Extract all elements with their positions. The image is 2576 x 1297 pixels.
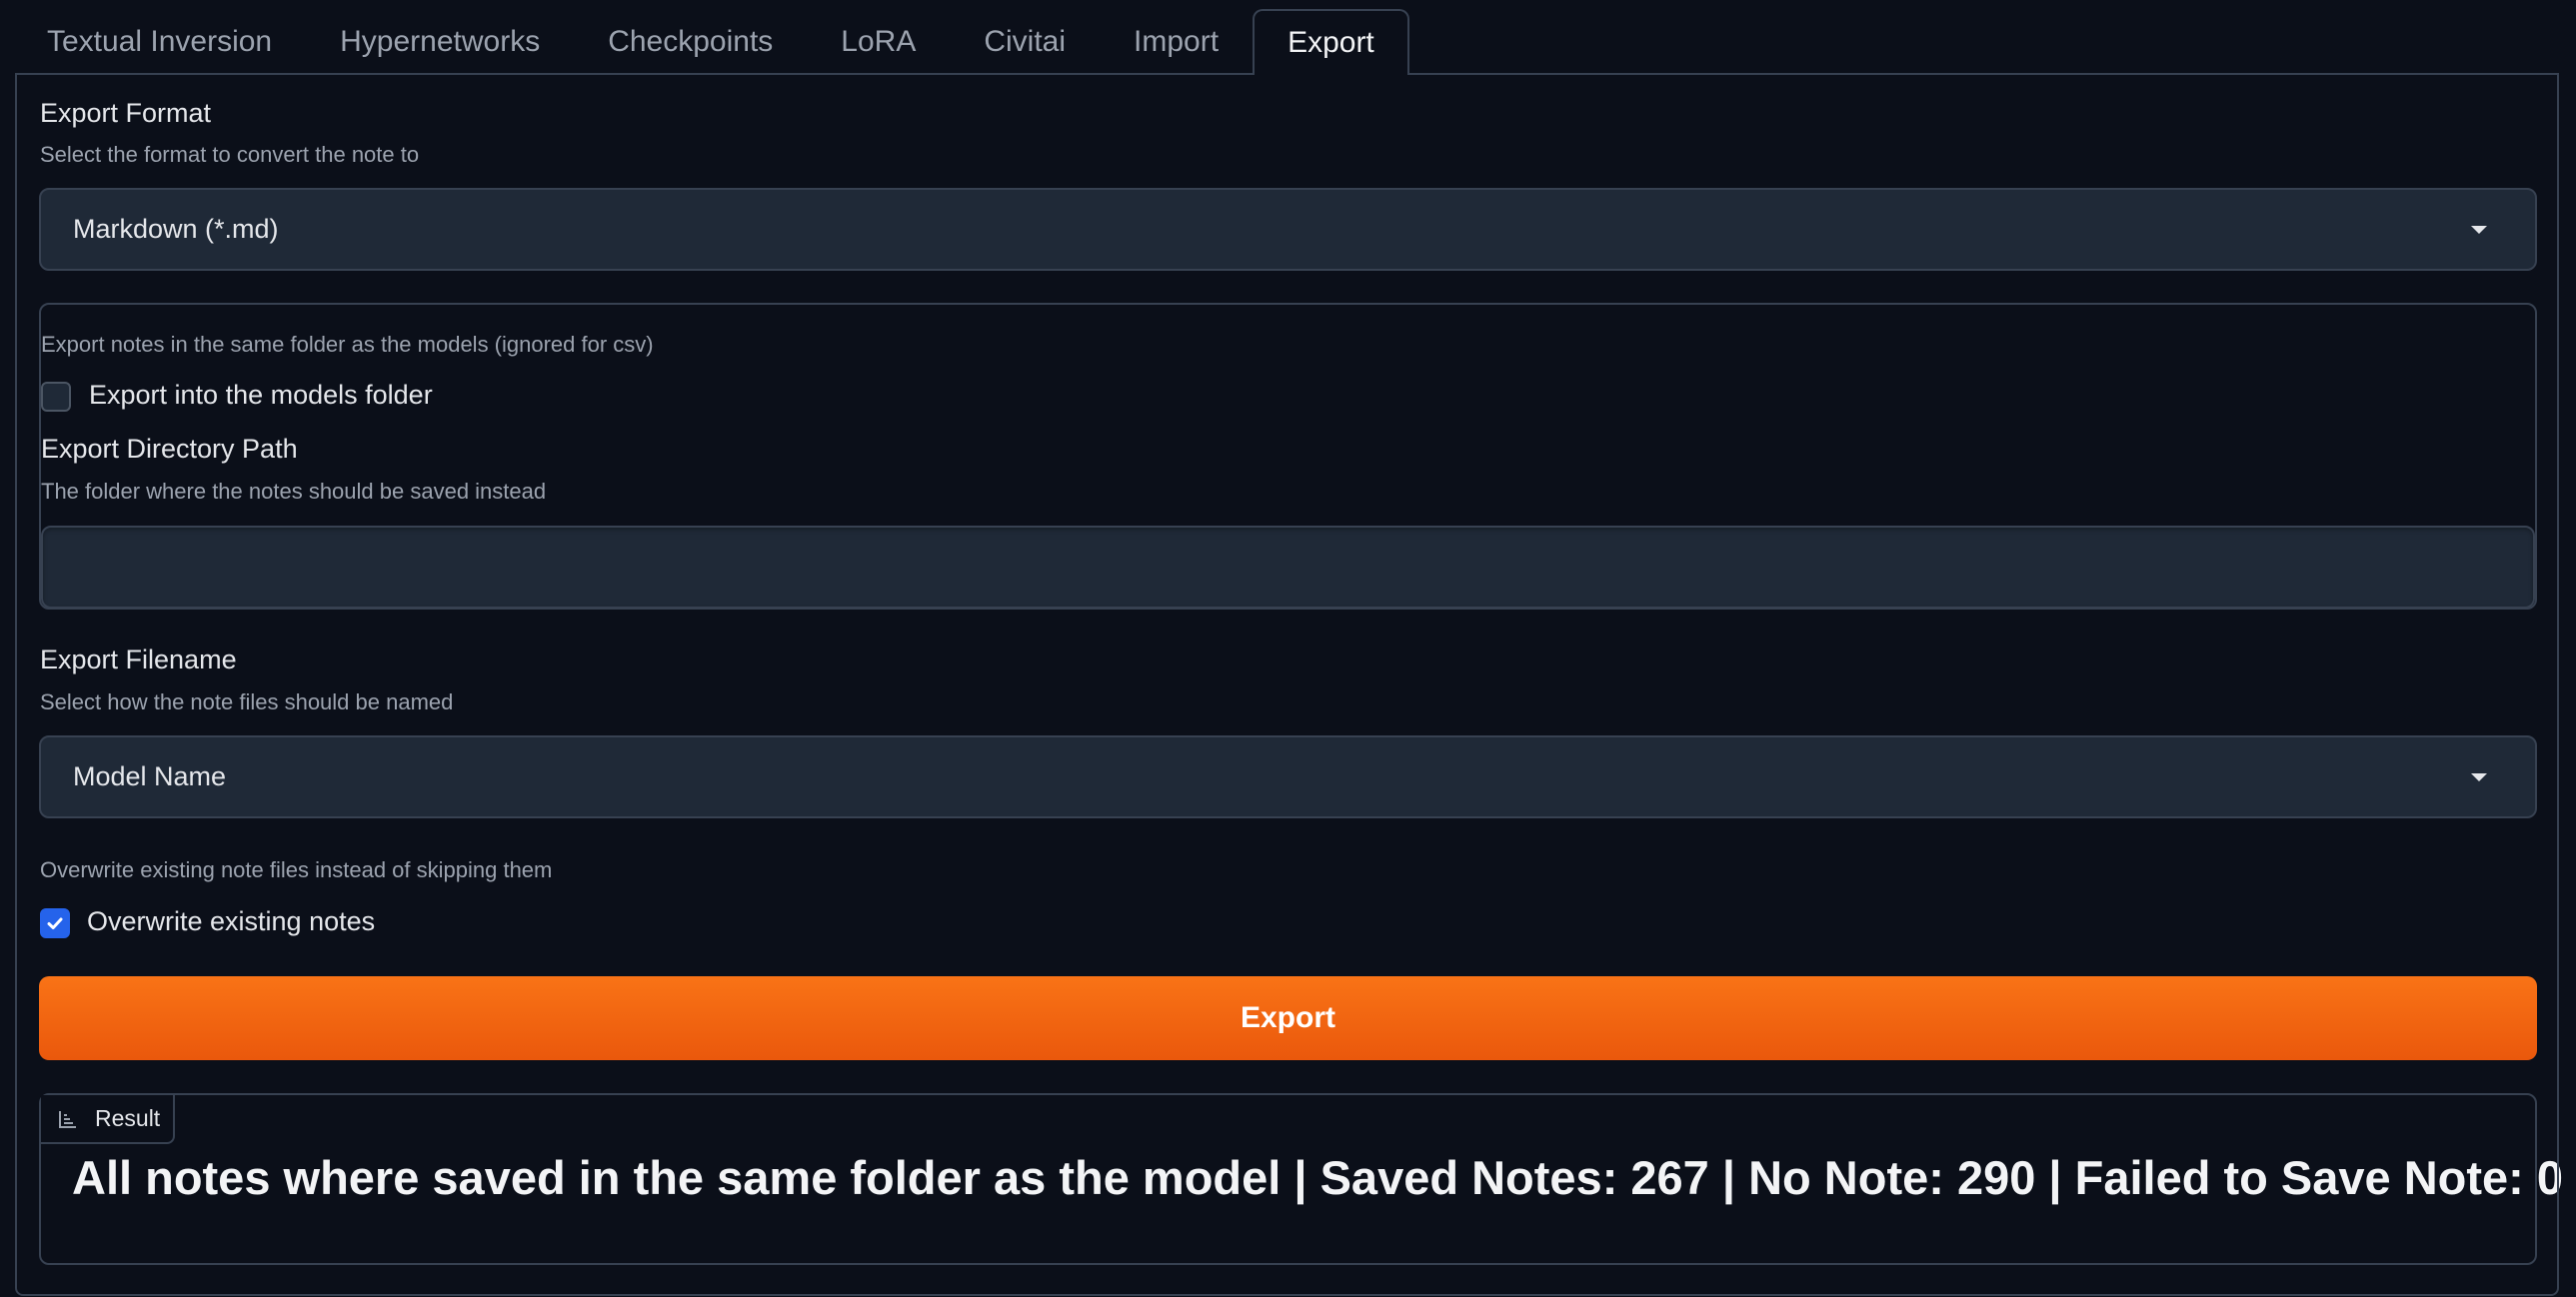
tab-bar: Textual Inversion Hypernetworks Checkpoi…	[15, 9, 1409, 75]
tab-civitai[interactable]: Civitai	[950, 9, 1100, 75]
tab-checkpoints[interactable]: Checkpoints	[574, 9, 807, 75]
tab-import[interactable]: Import	[1100, 9, 1253, 75]
tab-export[interactable]: Export	[1253, 9, 1409, 75]
tab-hypernetworks[interactable]: Hypernetworks	[306, 9, 574, 75]
export-panel	[15, 73, 2559, 1296]
tab-textual-inversion[interactable]: Textual Inversion	[15, 9, 306, 75]
tab-lora[interactable]: LoRA	[807, 9, 950, 75]
